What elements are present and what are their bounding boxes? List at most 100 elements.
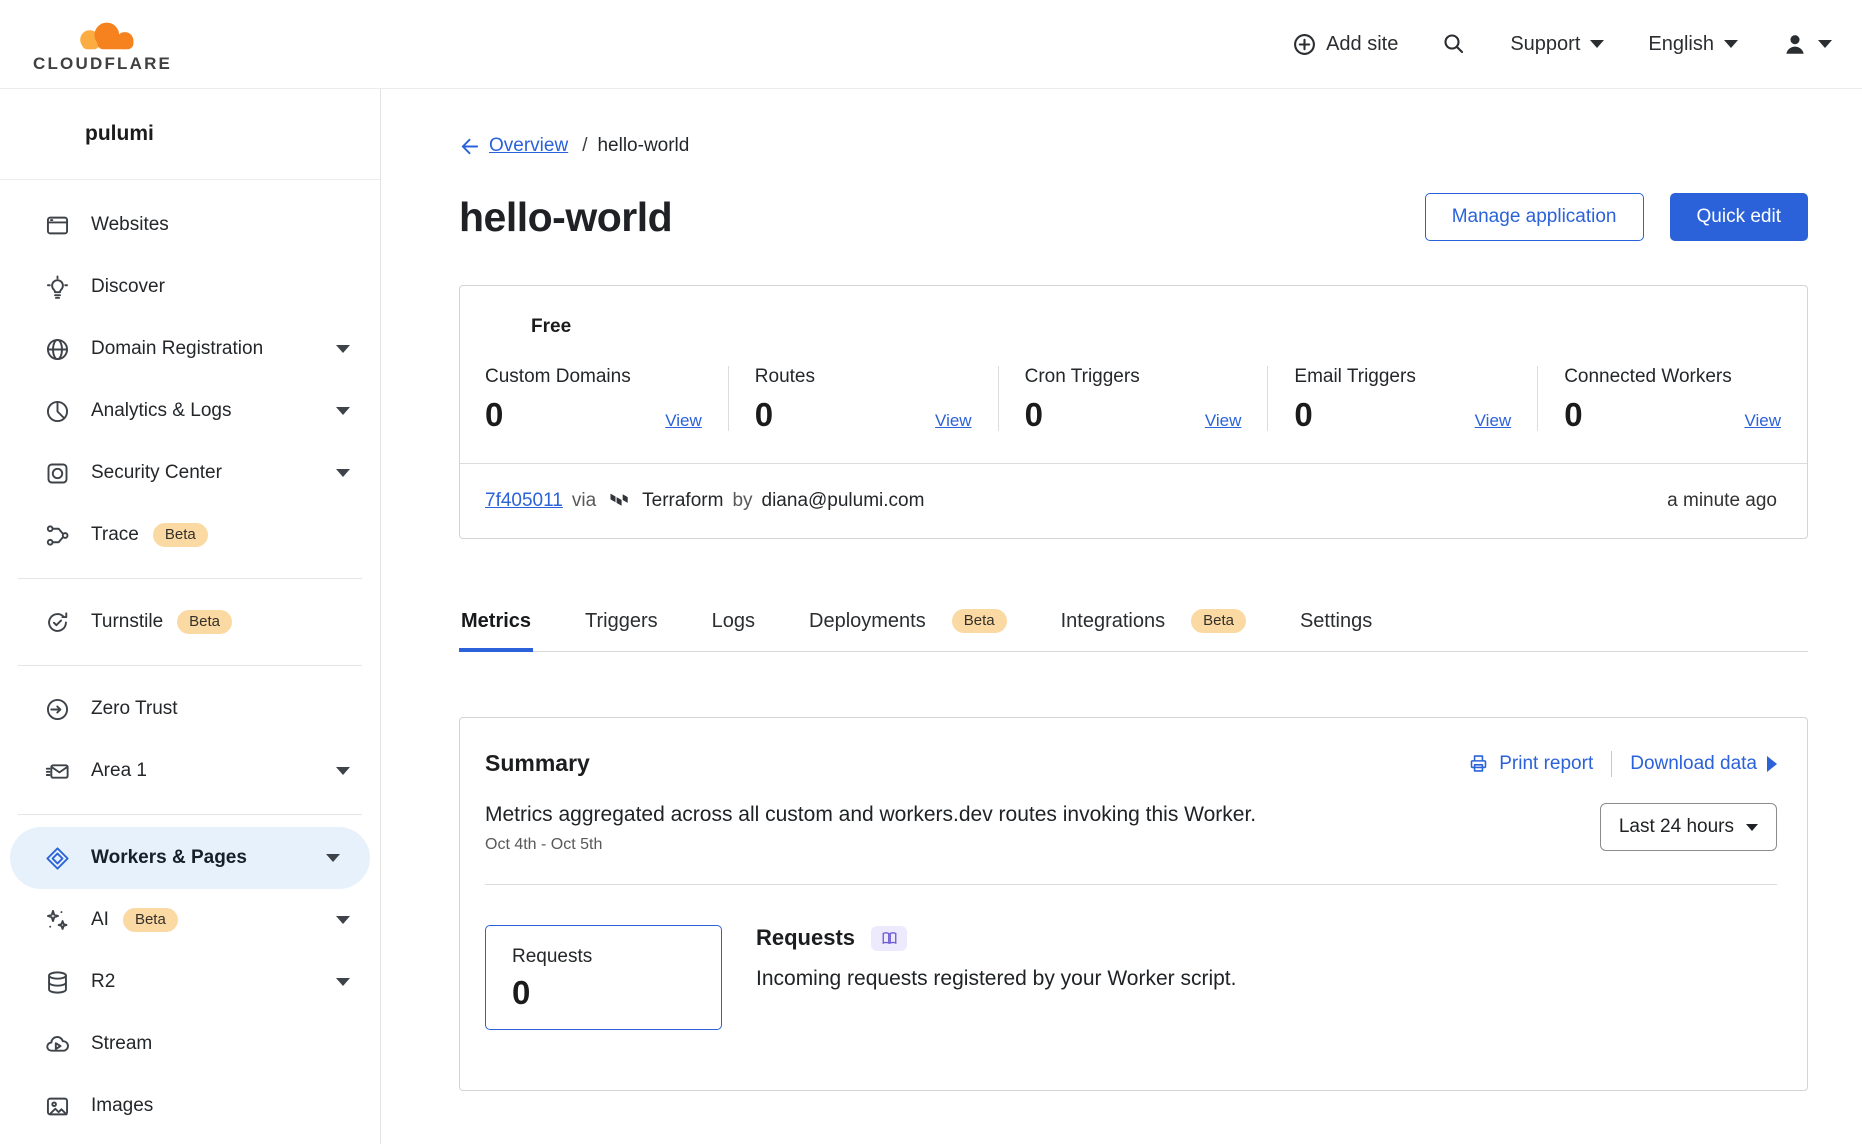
stat-value: 0: [485, 398, 503, 431]
top-header: CLOUDFLARE Add site Support English: [0, 0, 1862, 89]
language-label: English: [1648, 33, 1714, 56]
sidebar-item-label: Turnstile: [91, 611, 163, 633]
sidebar-item-area-1[interactable]: Area 1: [0, 740, 380, 802]
beta-badge: Beta: [123, 908, 178, 932]
requests-section: Requests Incoming requests registered by…: [756, 925, 1236, 991]
sidebar-item-workers-pages[interactable]: Workers & Pages: [10, 827, 370, 889]
deployment-row: 7f405011 via Terraform by diana@pulumi.c…: [460, 463, 1807, 538]
deploy-tool: Terraform: [642, 490, 723, 512]
chevron-down-icon: [336, 916, 350, 924]
plan-label: Free: [460, 286, 1807, 338]
stream-play-icon: [44, 1031, 71, 1058]
arrow-left-icon: [459, 136, 480, 157]
commit-link[interactable]: 7f405011: [485, 490, 563, 512]
vertical-divider: [1611, 751, 1612, 777]
quick-edit-button[interactable]: Quick edit: [1670, 193, 1808, 241]
sidebar-item-images[interactable]: Images: [0, 1075, 380, 1137]
sidebar-item-label: R2: [91, 971, 115, 993]
sidebar-item-label: Discover: [91, 276, 165, 298]
support-label: Support: [1510, 33, 1580, 56]
view-link[interactable]: View: [1205, 411, 1242, 431]
chevron-down-icon: [1590, 40, 1604, 48]
view-link[interactable]: View: [1744, 411, 1781, 431]
tab-integrations[interactable]: Integrations Beta: [1059, 597, 1248, 652]
cloudflare-cloud-icon: [59, 15, 147, 53]
pie-chart-icon: [44, 398, 71, 425]
add-site-button[interactable]: Add site: [1293, 33, 1398, 56]
time-range-value: Last 24 hours: [1619, 816, 1734, 838]
sidebar-item-label: Analytics & Logs: [91, 400, 231, 422]
docs-link-icon[interactable]: [871, 926, 907, 951]
manage-application-button[interactable]: Manage application: [1425, 193, 1644, 241]
cloudflare-logo[interactable]: CLOUDFLARE: [33, 15, 172, 74]
sidebar-item-label: Workers & Pages: [91, 847, 247, 869]
worker-overview-card: Free Custom Domains 0 View Routes 0 Vie: [459, 285, 1808, 539]
sidebar-item-trace[interactable]: Trace Beta: [0, 504, 380, 566]
turnstile-icon: [44, 609, 71, 636]
sidebar-item-stream[interactable]: Stream: [0, 1013, 380, 1075]
tab-label: Triggers: [585, 610, 658, 633]
sidebar-item-analytics-logs[interactable]: Analytics & Logs: [0, 380, 380, 442]
sidebar-item-label: Area 1: [91, 760, 147, 782]
print-report-label: Print report: [1499, 753, 1593, 775]
summary-title: Summary: [485, 750, 590, 777]
view-link[interactable]: View: [1475, 411, 1512, 431]
stat-label: Custom Domains: [485, 366, 702, 388]
sidebar-item-label: Trace: [91, 524, 139, 546]
tab-metrics[interactable]: Metrics: [459, 597, 533, 652]
breadcrumb-back-label: Overview: [489, 135, 568, 157]
page-title: hello-world: [459, 194, 672, 241]
chevron-down-icon: [1724, 40, 1738, 48]
sidebar-item-domain-registration[interactable]: Domain Registration: [0, 318, 380, 380]
topbar-actions: Add site Support English: [1293, 31, 1832, 57]
tile-value: 0: [512, 976, 695, 1009]
tab-logs[interactable]: Logs: [710, 597, 757, 652]
date-range: Oct 4th - Oct 5th: [485, 836, 1256, 854]
breadcrumb: Overview / hello-world: [459, 135, 1808, 157]
print-report-link[interactable]: Print report: [1468, 753, 1593, 775]
sidebar: pulumi Websites Discover Domain Registra…: [0, 89, 381, 1144]
chevron-down-icon: [336, 345, 350, 353]
chevron-down-icon: [336, 767, 350, 775]
sidebar-divider: [18, 665, 362, 666]
tab-settings[interactable]: Settings: [1298, 597, 1374, 652]
sidebar-item-label: Images: [91, 1095, 153, 1117]
beta-badge: Beta: [1191, 609, 1246, 633]
plus-circle-icon: [1293, 33, 1316, 56]
account-name[interactable]: pulumi: [0, 89, 380, 180]
sidebar-item-zero-trust[interactable]: Zero Trust: [0, 678, 380, 740]
zero-trust-icon: [44, 696, 71, 723]
sidebar-item-security-center[interactable]: Security Center: [0, 442, 380, 504]
tab-deployments[interactable]: Deployments Beta: [807, 597, 1009, 652]
support-menu[interactable]: Support: [1510, 33, 1604, 56]
deploy-author: diana@pulumi.com: [762, 490, 925, 512]
sidebar-item-ai[interactable]: AI Beta: [0, 889, 380, 951]
stat-value: 0: [1564, 398, 1582, 431]
stat-value: 0: [755, 398, 773, 431]
summary-actions: Print report Download data: [1468, 751, 1777, 777]
sidebar-item-r2[interactable]: R2: [0, 951, 380, 1013]
metrics-summary-card: Summary Print report Downl: [459, 717, 1808, 1091]
view-link[interactable]: View: [665, 411, 702, 431]
requests-section-title: Requests: [756, 925, 855, 951]
time-range-dropdown[interactable]: Last 24 hours: [1600, 803, 1777, 851]
search-button[interactable]: [1442, 32, 1466, 56]
stat-value: 0: [1294, 398, 1312, 431]
download-data-link[interactable]: Download data: [1630, 753, 1777, 775]
requests-section-description: Incoming requests registered by your Wor…: [756, 967, 1236, 991]
view-link[interactable]: View: [935, 411, 972, 431]
stat-connected-workers: Connected Workers 0 View: [1537, 366, 1807, 431]
sidebar-item-turnstile[interactable]: Turnstile Beta: [0, 591, 380, 653]
tab-triggers[interactable]: Triggers: [583, 597, 660, 652]
sidebar-item-websites[interactable]: Websites: [0, 194, 380, 256]
add-site-label: Add site: [1326, 33, 1398, 56]
worker-tabs: Metrics Triggers Logs Deployments Beta I…: [459, 597, 1808, 652]
printer-icon: [1468, 753, 1489, 774]
language-menu[interactable]: English: [1648, 33, 1738, 56]
account-menu[interactable]: [1782, 31, 1832, 57]
sidebar-item-discover[interactable]: Discover: [0, 256, 380, 318]
breadcrumb-overview-link[interactable]: Overview: [459, 135, 568, 157]
requests-metric-tile[interactable]: Requests 0: [485, 925, 722, 1030]
browser-icon: [44, 212, 71, 239]
sidebar-item-label: AI: [91, 909, 109, 931]
